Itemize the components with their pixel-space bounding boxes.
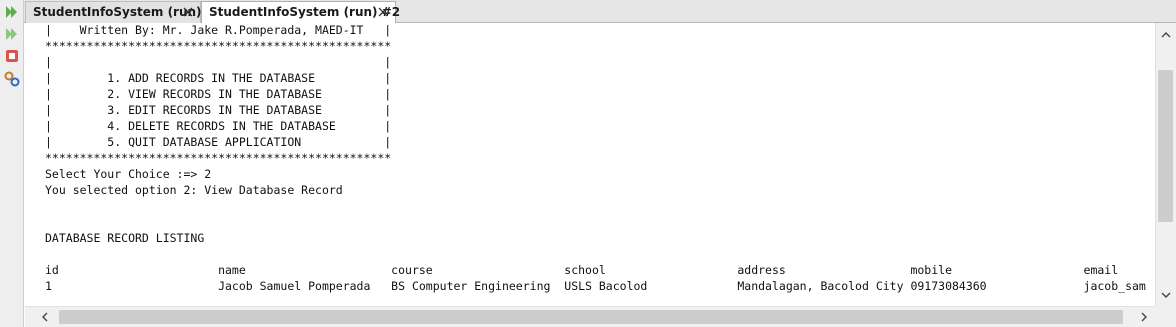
- console-line: | 2. VIEW RECORDS IN THE DATABASE |: [45, 87, 392, 101]
- console-line: | 1. ADD RECORDS IN THE DATABASE |: [45, 71, 392, 85]
- tab-label: StudentInfoSystem (run) #2: [209, 5, 401, 19]
- output-tab-bar: StudentInfoSystem (run) StudentInfoSyste…: [24, 0, 1176, 24]
- console-line: | |: [45, 55, 392, 69]
- tab-label: StudentInfoSystem (run): [33, 5, 202, 19]
- console-line: | 3. EDIT RECORDS IN THE DATABASE |: [45, 103, 392, 117]
- vertical-scrollbar[interactable]: [1155, 23, 1176, 306]
- tab-run-2[interactable]: StudentInfoSystem (run) #2: [201, 1, 400, 24]
- rerun-with-args-icon[interactable]: [4, 26, 20, 42]
- console-line: You selected option 2: View Database Rec…: [45, 183, 343, 197]
- console-line: ****************************************…: [45, 151, 392, 165]
- console-output[interactable]: | Written By: Mr. Jake R.Pomperada, MAED…: [25, 23, 1155, 306]
- console-line: Select Your Choice :=> 2: [45, 167, 212, 181]
- horizontal-scroll-thumb[interactable]: [59, 310, 1123, 324]
- horizontal-scrollbar[interactable]: [25, 306, 1155, 327]
- scroll-down-icon[interactable]: [1161, 290, 1171, 300]
- close-icon[interactable]: [183, 7, 193, 17]
- rerun-icon[interactable]: [4, 4, 20, 20]
- settings-icon[interactable]: [4, 71, 20, 87]
- console-line: DATABASE RECORD LISTING: [45, 231, 205, 245]
- output-toolbar: [0, 0, 24, 327]
- console-line: ****************************************…: [45, 39, 392, 53]
- console-line: | 5. QUIT DATABASE APPLICATION |: [45, 135, 392, 149]
- console-text: | Written By: Mr. Jake R.Pomperada, MAED…: [45, 23, 1146, 294]
- console-line: | 4. DELETE RECORDS IN THE DATABASE |: [45, 119, 392, 133]
- stop-icon[interactable]: [4, 48, 20, 64]
- scroll-left-icon[interactable]: [40, 312, 50, 322]
- console-line: | Written By: Mr. Jake R.Pomperada, MAED…: [45, 23, 392, 37]
- tab-run-1[interactable]: StudentInfoSystem (run): [25, 1, 202, 23]
- vertical-scroll-thumb[interactable]: [1158, 70, 1173, 222]
- scrollbar-corner: [1155, 306, 1176, 327]
- console-line: 1 Jacob Samuel Pomperada BS Computer Eng…: [45, 279, 1146, 293]
- scroll-right-icon[interactable]: [1139, 312, 1149, 322]
- close-icon[interactable]: [378, 7, 388, 17]
- console-line: id name course school address mobile ema…: [45, 263, 1119, 277]
- scroll-up-icon[interactable]: [1161, 30, 1171, 40]
